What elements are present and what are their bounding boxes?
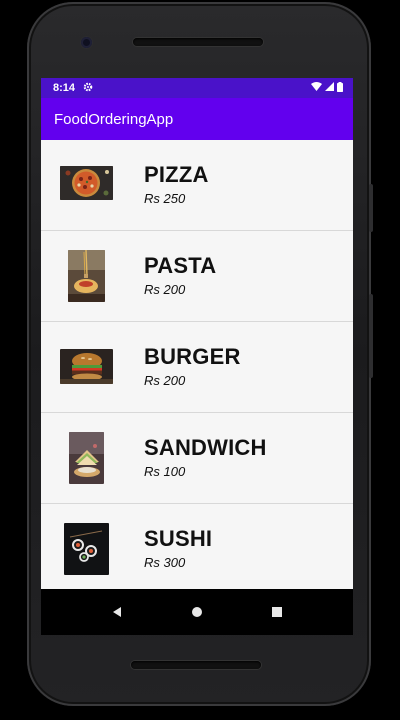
- item-price: Rs 300: [144, 555, 186, 570]
- item-name: PIZZA: [144, 162, 209, 187]
- front-camera: [81, 37, 92, 48]
- sushi-image: [64, 523, 109, 575]
- item-price: Rs 200: [144, 282, 186, 297]
- sandwich-image: [69, 432, 104, 484]
- home-icon[interactable]: [186, 601, 208, 623]
- item-name: PASTA: [144, 253, 217, 278]
- recents-icon[interactable]: [266, 601, 288, 623]
- list-item[interactable]: SANDWICH Rs 100: [41, 413, 353, 504]
- burger-image: [60, 349, 113, 384]
- battery-icon: [337, 81, 343, 95]
- pizza-image: [60, 166, 113, 200]
- item-name: SANDWICH: [144, 435, 267, 460]
- settings-icon: [83, 82, 93, 95]
- app-title: FoodOrderingApp: [54, 110, 174, 128]
- item-price: Rs 200: [144, 373, 186, 388]
- status-icons: [311, 81, 343, 95]
- list-item[interactable]: SUSHI Rs 300: [41, 504, 353, 595]
- status-time: 8:14: [53, 82, 76, 94]
- device-screen: 8:14 FoodOrderingApp PIZZA Rs 250 PASTA …: [41, 78, 353, 635]
- bottom-speaker: [131, 661, 261, 669]
- item-name: SUSHI: [144, 526, 213, 551]
- item-price: Rs 100: [144, 464, 186, 479]
- signal-icon: [325, 82, 334, 94]
- list-item[interactable]: BURGER Rs 200: [41, 322, 353, 413]
- volume-button: [369, 294, 373, 378]
- food-list[interactable]: PIZZA Rs 250 PASTA Rs 200 BURGER Rs 200 …: [41, 140, 353, 595]
- status-bar: 8:14: [41, 78, 353, 98]
- power-button: [369, 184, 373, 232]
- item-price: Rs 250: [144, 191, 186, 206]
- list-item[interactable]: PASTA Rs 200: [41, 231, 353, 322]
- pasta-image: [68, 250, 105, 302]
- item-name: BURGER: [144, 344, 241, 369]
- list-item[interactable]: PIZZA Rs 250: [41, 140, 353, 231]
- wifi-icon: [311, 82, 322, 94]
- navigation-bar: [41, 589, 353, 635]
- app-bar: FoodOrderingApp: [41, 98, 353, 140]
- earpiece-speaker: [133, 38, 263, 46]
- back-icon[interactable]: [106, 601, 128, 623]
